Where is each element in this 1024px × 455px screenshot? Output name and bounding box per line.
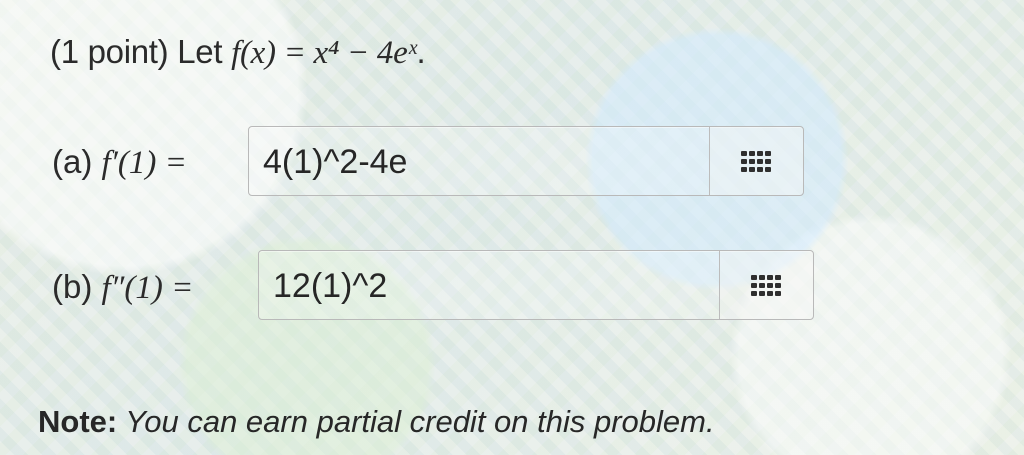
grid-icon-cell	[741, 159, 747, 164]
grid-icon-cell	[757, 159, 763, 164]
grid-icon-cell	[751, 283, 757, 288]
problem-prompt: (1 point) Let f(x) = x⁴ − 4eˣ.	[50, 30, 426, 75]
part-a-label: (a)	[52, 143, 102, 180]
part-b-answer-box[interactable]: 12(1)^2	[258, 250, 814, 320]
grid-icon-cell	[757, 167, 763, 172]
part-b-label-row: (b) f″(1) =	[52, 265, 193, 310]
grid-icon-cell	[775, 291, 781, 296]
math-problem: (1 point) Let f(x) = x⁴ − 4eˣ. (a) f′(1)…	[0, 0, 1024, 455]
function-expression: f(x) = x⁴ − 4eˣ	[231, 35, 417, 71]
grid-icon-cell	[751, 275, 757, 280]
grid-icon-cell	[767, 291, 773, 296]
part-b-label: (b)	[52, 268, 102, 305]
grid-icon-cell	[775, 275, 781, 280]
grid-icon-cell	[767, 283, 773, 288]
note-label: Note:	[38, 404, 118, 439]
grid-icon	[751, 275, 782, 297]
note-text: You can earn partial credit on this prob…	[117, 404, 715, 439]
prompt-prefix: (1 point) Let	[50, 33, 232, 70]
prompt-suffix: .	[416, 33, 426, 70]
grid-icon-cell	[759, 291, 765, 296]
grid-icon	[741, 151, 772, 173]
grid-icon-cell	[757, 151, 763, 156]
grid-icon-cell	[749, 151, 755, 156]
part-b-answer-input-value[interactable]: 12(1)^2	[273, 267, 387, 305]
grid-icon-cell	[767, 275, 773, 280]
grid-icon-cell	[749, 159, 755, 164]
grid-icon-cell	[759, 283, 765, 288]
grid-icon-cell	[749, 167, 755, 172]
part-a-expression: f′(1) =	[101, 145, 187, 181]
partial-credit-note: Note: You can earn partial credit on thi…	[38, 403, 715, 441]
part-a-answer-box[interactable]: 4(1)^2-4e	[248, 126, 804, 196]
grid-icon-cell	[759, 275, 765, 280]
grid-icon-cell	[751, 291, 757, 296]
grid-icon-cell	[765, 151, 771, 156]
part-a-label-row: (a) f′(1) =	[52, 140, 187, 185]
part-b-equation-editor-button[interactable]	[719, 251, 813, 319]
part-a-answer-input-value[interactable]: 4(1)^2-4e	[263, 143, 407, 181]
grid-icon-cell	[765, 167, 771, 172]
grid-icon-cell	[741, 167, 747, 172]
part-b-expression: f″(1) =	[101, 270, 194, 306]
grid-icon-cell	[775, 283, 781, 288]
grid-icon-cell	[765, 159, 771, 164]
grid-icon-cell	[741, 151, 747, 156]
part-a-equation-editor-button[interactable]	[709, 127, 803, 195]
